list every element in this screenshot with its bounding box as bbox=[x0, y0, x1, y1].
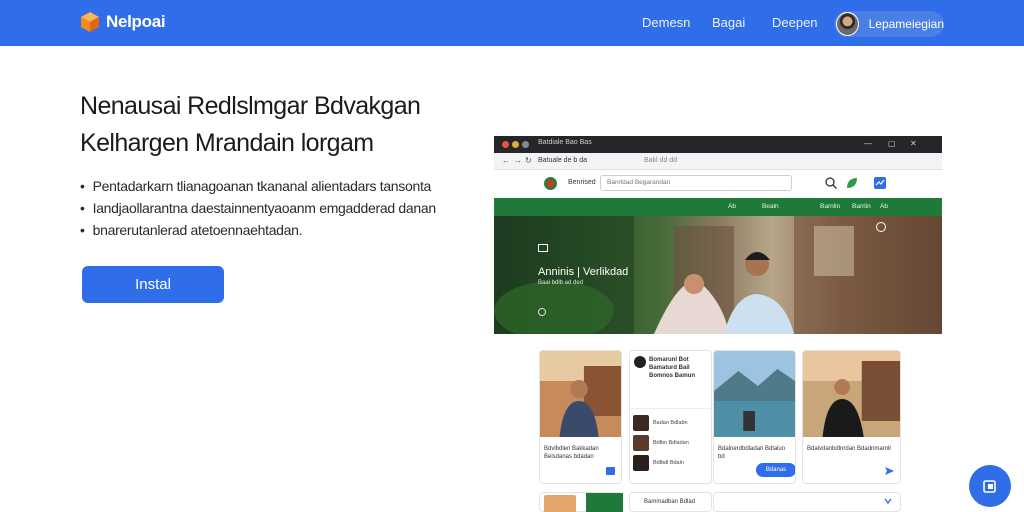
content-card bbox=[713, 492, 901, 512]
site-name: Benrised bbox=[568, 179, 596, 186]
list-item-text: Bdlbdl Bdaln bbox=[653, 460, 684, 466]
send-icon bbox=[885, 467, 894, 475]
browser-url-hint: Bakl dd dd bbox=[644, 157, 678, 164]
content-card: Bdvlbdlen Bakkadan Belsdanas bdadan bbox=[539, 350, 622, 484]
minimize-dot-icon bbox=[512, 141, 519, 148]
card-header-text: Bomarunl Bot Bamaturd Bail Bomnos Bamun bbox=[649, 357, 696, 379]
site-logo-icon bbox=[544, 177, 557, 190]
close-icon: ✕ bbox=[910, 139, 917, 148]
nav-link-3[interactable]: Deepen bbox=[772, 15, 818, 30]
feature-item: bnarerutanlerad atetoennaehtadan. bbox=[80, 219, 460, 241]
avatar bbox=[836, 12, 859, 36]
floating-action-button[interactable] bbox=[969, 465, 1011, 507]
card-header: Bomarunl Bot Bamaturd Bail Bomnos Bamun bbox=[630, 351, 711, 409]
tab-favicon-icon bbox=[522, 141, 529, 148]
back-icon: ← bbox=[502, 156, 510, 165]
site-nav-item: Ab bbox=[728, 203, 736, 210]
hero-title-line-2: Kelhargen Mrandain lorgam bbox=[80, 129, 374, 157]
list-item-text: Bdlbn Bdladan bbox=[653, 440, 689, 446]
card-photo bbox=[540, 351, 621, 437]
content-card: Bdalvdanbdlnrdan Bdadnmarnlr bbox=[802, 350, 901, 484]
content-card: Bdalnerdbdladan Bdlalun bd Bdanas bbox=[713, 350, 796, 484]
edit-icon bbox=[983, 480, 996, 493]
nav-link-1[interactable]: Demesn bbox=[642, 15, 690, 30]
feature-item: Iandjaollarantna daestainnentyaoanm emga… bbox=[80, 197, 460, 219]
list-item-text: Badan Bdlabn bbox=[653, 420, 688, 426]
card-text: Bdalvdanbdlnrdan Bdadnmarnlr bbox=[807, 446, 892, 452]
brand-logo[interactable]: Nelpoai bbox=[80, 11, 166, 33]
user-menu[interactable]: Lepameiegian bbox=[834, 11, 944, 37]
site-search-input: Banrldad Begarandan bbox=[600, 175, 792, 191]
card-button: Bdanas bbox=[756, 463, 795, 477]
card-text: Bdalnerdbdladan Bdlalun bd bbox=[718, 446, 786, 460]
site-nav-item: Ab bbox=[880, 203, 888, 210]
list-item: Bdlbdl Bdaln bbox=[630, 453, 711, 473]
top-navigation-bar: Nelpoai Demesn Bagai Deepen Lepameiegian bbox=[0, 0, 1024, 46]
reload-icon: ↻ bbox=[525, 156, 532, 165]
site-header: Benrised Banrldad Begarandan bbox=[494, 170, 942, 198]
site-hero-image: Anninis | Verlikdad Baal bdlb ad ded bbox=[494, 216, 942, 334]
site-nav-item: Barrlin bbox=[852, 203, 871, 210]
book-icon bbox=[606, 467, 615, 475]
list-item: Badan Bdlabn bbox=[630, 413, 711, 433]
badge-icon bbox=[876, 222, 886, 232]
card-photo bbox=[714, 351, 795, 437]
feature-item: Pentadarkarn tlianagoanan tkananal alien… bbox=[80, 175, 460, 197]
card-text: Bdvlbdlen Bakkadan Belsdanas bdadan bbox=[544, 446, 599, 460]
user-name: Lepameiegian bbox=[868, 17, 944, 31]
browser-tab-title: Batdiale Bao Bas bbox=[538, 139, 592, 146]
hero-caption: Anninis | Verlikdad bbox=[538, 266, 629, 278]
card-photo bbox=[544, 495, 576, 512]
content-card: Bammadban Bdlad bbox=[629, 492, 712, 512]
chart-icon bbox=[874, 177, 886, 189]
forward-icon: → bbox=[514, 156, 522, 165]
chevron-down-icon bbox=[884, 498, 892, 504]
author-avatar bbox=[634, 356, 646, 368]
feature-list: Pentadarkarn tlianagoanan tkananal alien… bbox=[80, 175, 460, 241]
brand-name: Nelpoai bbox=[106, 12, 166, 31]
browser-screenshot-mockup: Batdiale Bao Bas — ▢ ✕ ← → ↻ Batuale de … bbox=[494, 136, 942, 512]
nav-link-2[interactable]: Bagai bbox=[712, 15, 745, 30]
gallery-icon bbox=[538, 244, 548, 252]
close-dot-icon bbox=[502, 141, 509, 148]
card-banner bbox=[586, 493, 623, 512]
browser-title-bar: Batdiale Bao Bas — ▢ ✕ bbox=[494, 136, 942, 153]
hero-title: Nenausai Redlslmgar Bdvakgan Kelhargen M… bbox=[80, 88, 460, 162]
install-button[interactable]: Instal bbox=[82, 266, 224, 303]
play-icon bbox=[538, 308, 546, 316]
hero-subcaption: Baal bdlb ad ded bbox=[538, 280, 584, 286]
maximize-icon: ▢ bbox=[888, 139, 896, 148]
card-text: Bammadban Bdlad bbox=[644, 499, 696, 505]
search-icon bbox=[825, 177, 837, 189]
content-card bbox=[539, 492, 623, 512]
browser-address-bar: ← → ↻ Batuale de b da Bakl dd dd bbox=[494, 153, 942, 170]
chevron-down-icon bbox=[792, 464, 795, 469]
list-item: Bdlbn Bdladan bbox=[630, 433, 711, 453]
site-green-nav: Ab Bealn Barnlin Barrlin Ab bbox=[494, 198, 942, 216]
card-photo bbox=[803, 351, 900, 437]
thumbnail bbox=[633, 435, 649, 451]
box-logo-icon bbox=[81, 12, 99, 32]
leaf-icon bbox=[847, 178, 857, 188]
thumbnail bbox=[633, 415, 649, 431]
site-nav-item: Barnlin bbox=[820, 203, 841, 210]
browser-url: Batuale de b da bbox=[538, 157, 588, 164]
thumbnail bbox=[633, 455, 649, 471]
hero-title-line-1: Nenausai Redlslmgar Bdvakgan bbox=[80, 92, 421, 120]
minimize-icon: — bbox=[864, 139, 872, 148]
content-card: Bomarunl Bot Bamaturd Bail Bomnos Bamun … bbox=[629, 350, 712, 484]
site-nav-item: Bealn bbox=[762, 203, 779, 210]
